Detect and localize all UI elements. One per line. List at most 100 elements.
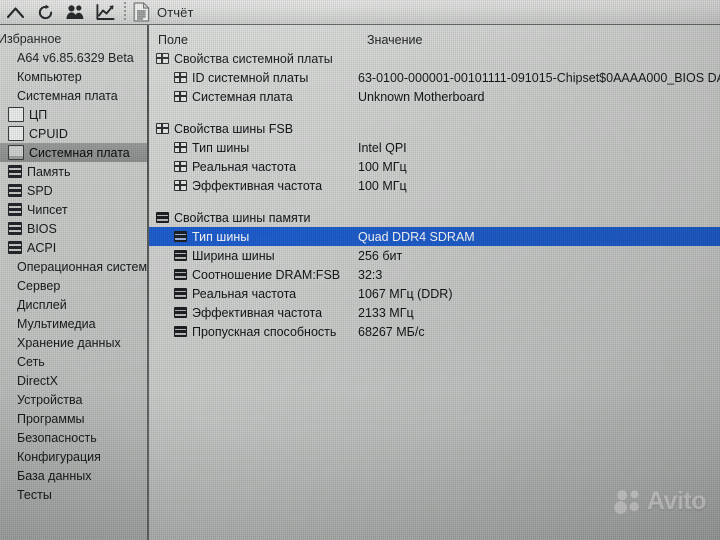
field-cell: ID системной платы [149, 71, 358, 85]
no-icon [0, 317, 12, 330]
no-icon [0, 89, 12, 102]
no-icon [0, 355, 12, 368]
sidebar-item[interactable]: База данных [0, 466, 147, 485]
sidebar-item-label: BIOS [27, 221, 57, 236]
value-cell: 100 МГц [358, 159, 407, 174]
field-cell: Тип шины [149, 141, 358, 155]
field-label: Тип шины [192, 229, 250, 244]
cpu-icon [8, 107, 24, 122]
table-row[interactable]: Пропускная способность 68267 МБ/с [149, 322, 720, 341]
motherboard-grid-icon [174, 161, 187, 172]
sidebar-item-label: ЦП [29, 107, 48, 122]
sidebar-header: Избранное [0, 29, 147, 48]
table-row[interactable]: Соотношение DRAM:FSB 32:3 [149, 265, 720, 284]
sidebar-item[interactable]: Компьютер [0, 67, 147, 86]
field-cell: Системная плата [149, 90, 358, 104]
sidebar-item[interactable]: Системная плата [0, 86, 147, 105]
field-label: Реальная частота [192, 286, 297, 301]
up-button[interactable] [0, 1, 30, 23]
table-row[interactable]: Ширина шины 256 бит [149, 246, 720, 265]
value-cell: 2133 МГц [358, 305, 414, 320]
no-icon [0, 51, 12, 64]
sidebar-item[interactable]: Устройства [0, 390, 147, 409]
field-label: Свойства системной платы [174, 51, 333, 66]
details-pane[interactable]: Поле Значение Свойства системной платы ID… [149, 25, 720, 540]
sidebar-item[interactable]: Операционная система [0, 257, 147, 276]
refresh-button[interactable] [30, 1, 60, 23]
sidebar-item-label: Компьютер [17, 69, 82, 84]
sidebar-item[interactable]: Программы [0, 409, 147, 428]
field-cell: Реальная частота [149, 160, 358, 174]
sidebar-item[interactable]: Сеть [0, 352, 147, 371]
table-row[interactable]: Реальная частота 1067 МГц (DDR) [149, 284, 720, 303]
table-row[interactable]: Эффективная частота 100 МГц [149, 176, 720, 195]
sidebar-item[interactable]: ACPI [0, 238, 147, 257]
table-row[interactable]: ID системной платы 63-0100-000001-0010111… [149, 68, 720, 87]
sidebar-item-label: Программы [17, 411, 85, 426]
users-button[interactable] [60, 1, 90, 23]
motherboard-icon [8, 145, 24, 160]
sidebar-item[interactable]: CPUID [0, 124, 147, 143]
value-cell: Quad DDR4 SDRAM [358, 229, 475, 244]
sidebar[interactable]: Избранное A64 v6.85.6329 Beta Компьютер Си… [0, 25, 147, 540]
field-label: Свойства шины памяти [174, 210, 311, 225]
screen-photo: Отчёт Избранное A64 v6.85.6329 Beta Компь… [0, 0, 720, 540]
field-label: Соотношение DRAM:FSB [192, 267, 341, 282]
table-row[interactable]: Системная плата Unknown Motherboard [149, 87, 720, 106]
sidebar-item[interactable]: Хранение данных [0, 333, 147, 352]
table-row[interactable]: Реальная частота 100 МГц [149, 157, 720, 176]
field-cell: Реальная частота [149, 287, 358, 301]
sidebar-item[interactable]: Мультимедиа [0, 314, 147, 333]
sidebar-item[interactable]: Память [0, 162, 147, 181]
sidebar-item[interactable]: DirectX [0, 371, 147, 390]
sidebar-item[interactable]: Сервер [0, 276, 147, 295]
sidebar-item-label: Безопасность [17, 430, 97, 445]
pane-divider[interactable] [147, 25, 149, 540]
motherboard-grid-icon [174, 72, 187, 83]
sidebar-item[interactable]: BIOS [0, 219, 147, 238]
sidebar-item[interactable]: Конфигурация [0, 447, 147, 466]
sidebar-item[interactable]: Безопасность [0, 428, 147, 447]
no-icon [0, 412, 12, 425]
field-label: Свойства шины FSB [174, 121, 294, 136]
table-row[interactable]: Тип шины Intel QPI [149, 138, 720, 157]
no-icon [0, 431, 12, 444]
report-button[interactable]: Отчёт [131, 1, 202, 23]
sidebar-item[interactable]: ЦП [0, 105, 147, 124]
sidebar-item[interactable]: Дисплей [0, 295, 147, 314]
sidebar-item-label: Чипсет [27, 202, 68, 217]
field-label: Реальная частота [192, 159, 297, 174]
sidebar-item[interactable]: SPD [0, 181, 147, 200]
no-icon [0, 260, 12, 273]
sidebar-item[interactable]: Системная плата [0, 143, 147, 162]
memory-chip-icon [174, 231, 187, 242]
sidebar-tree: Избранное A64 v6.85.6329 Beta Компьютер Си… [0, 25, 147, 504]
memory-chip-icon [8, 203, 22, 216]
field-cell: Эффективная частота [149, 306, 358, 320]
motherboard-grid-icon [156, 53, 169, 64]
field-cell: Свойства системной платы [149, 52, 358, 66]
group-row[interactable]: Свойства шины FSB [149, 119, 720, 138]
sidebar-item[interactable]: A64 v6.85.6329 Beta [0, 48, 147, 67]
field-cell: Пропускная способность [149, 325, 358, 339]
no-icon [0, 488, 12, 501]
table-row[interactable]: Эффективная частота 2133 МГц [149, 303, 720, 322]
no-icon [0, 450, 12, 463]
sidebar-item[interactable]: Чипсет [0, 200, 147, 219]
memory-chip-icon [8, 165, 22, 178]
column-header-field[interactable]: Поле [149, 33, 367, 47]
sidebar-item-label: Устройства [17, 392, 83, 407]
value-cell: 68267 МБ/с [358, 324, 425, 339]
chart-button[interactable] [90, 1, 120, 23]
table-row[interactable]: Тип шины Quad DDR4 SDRAM [149, 227, 720, 246]
sidebar-item-label: Сеть [17, 354, 45, 369]
memory-chip-icon [174, 250, 187, 261]
no-icon [0, 70, 12, 83]
column-header-value[interactable]: Значение [367, 33, 422, 47]
avito-label: Avito [646, 487, 707, 515]
motherboard-grid-icon [174, 180, 187, 191]
group-row[interactable]: Свойства шины памяти [149, 208, 720, 227]
sidebar-item[interactable]: Тесты [0, 485, 147, 504]
group-row[interactable]: Свойства системной платы [149, 49, 720, 68]
sidebar-item-label: Память [27, 164, 71, 179]
